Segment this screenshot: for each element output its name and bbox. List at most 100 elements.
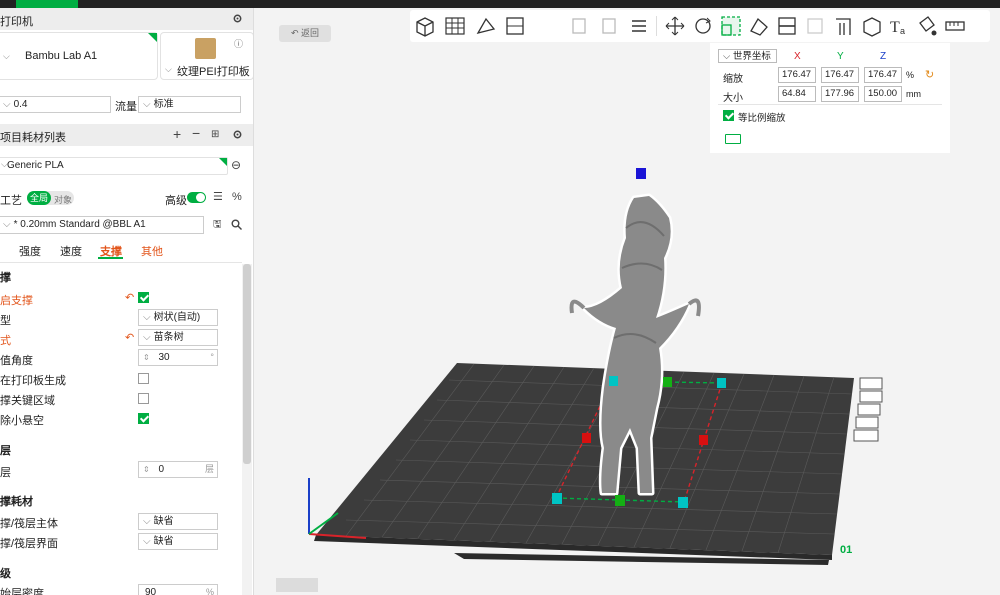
remove-icon[interactable]: − (192, 126, 200, 140)
add-model-icon[interactable] (414, 15, 436, 37)
add-plate-icon[interactable] (444, 15, 466, 37)
tab-speed[interactable]: 速度 (60, 243, 82, 259)
remove-small-overhang-checkbox[interactable] (138, 413, 149, 424)
cut-icon[interactable] (776, 15, 798, 37)
list-icon[interactable]: ☰ (213, 191, 223, 203)
process-profile-select[interactable]: ⌵ * 0.20mm Standard @BBL A1 (0, 216, 204, 234)
layers-icon[interactable] (628, 15, 650, 37)
plate-card[interactable]: ⓘ ⌵ 纹理PEI打印板 (160, 32, 253, 80)
size-y-input[interactable]: 177.96 (821, 86, 859, 102)
keyboard-shortcut-icon[interactable] (725, 134, 741, 144)
filament-sync-icon[interactable]: ⊞ (211, 129, 219, 141)
coordinate-select[interactable]: ⌵ 世界坐标 (718, 49, 777, 63)
toggle-global[interactable]: 全局 (27, 191, 51, 205)
arrange-icon[interactable] (504, 15, 526, 37)
scale-y-input[interactable]: 176.47 (821, 67, 859, 83)
support-paint-icon[interactable] (832, 15, 854, 37)
mesh-boolean-icon[interactable] (804, 15, 826, 37)
scrollbar-thumb[interactable] (243, 264, 251, 464)
support-style-value: 苗条树 (153, 332, 184, 343)
advanced-section-title: 高级 (0, 568, 11, 580)
raft-layers-input[interactable]: ⇕ 0 层 (138, 461, 218, 478)
tab-prepare-indicator[interactable] (16, 0, 78, 8)
coordinate-value: 世界坐标 (732, 51, 771, 62)
uniform-scale-label: 等比例缩放 (738, 113, 786, 124)
build-plate (316, 363, 854, 555)
info-icon[interactable]: ⓘ (234, 37, 243, 50)
compare-icon[interactable]: % (232, 191, 242, 203)
threshold-angle-input[interactable]: ⇕ 30 ° (138, 349, 218, 366)
plate-name: 纹理PEI打印板 (177, 66, 250, 78)
support-style-select[interactable]: ⌵ 苗条树 (138, 329, 218, 346)
critical-regions-checkbox[interactable] (138, 393, 149, 404)
rotate-icon[interactable] (692, 15, 714, 37)
tab-strength[interactable]: 强度 (19, 243, 41, 259)
threshold-unit: ° (210, 352, 214, 362)
raft-section-title: 筏层 (0, 445, 11, 457)
measure-icon[interactable] (944, 15, 966, 37)
save-icon[interactable]: 🖫 (213, 219, 222, 231)
reset-scale-icon[interactable]: ↻ (925, 68, 934, 81)
plate-thumbnail[interactable] (276, 578, 318, 592)
reset-icon[interactable]: ↶ (125, 331, 134, 344)
scale-z-input[interactable]: 176.47 (864, 67, 902, 83)
support-section-title: 支撑 (0, 272, 11, 284)
seam-paint-icon[interactable] (860, 15, 882, 37)
reset-icon[interactable]: ↶ (125, 291, 134, 304)
top-tab-bar (0, 0, 1000, 8)
flow-value: 标准 (153, 99, 174, 110)
toggle-object[interactable]: 对象 (54, 193, 72, 206)
move-icon[interactable] (664, 15, 686, 37)
filament-section-header: 项目耗材列表 + − ⊞ (0, 124, 253, 146)
size-x-input[interactable]: 64.84 (778, 86, 816, 102)
filament-name: Generic PLA (7, 160, 64, 171)
remove-filament-icon[interactable]: ⊖ (231, 159, 241, 171)
lay-on-face-icon[interactable] (748, 15, 770, 37)
advanced-switch[interactable] (187, 192, 206, 203)
critical-regions-label: 支撑关键区域 (0, 395, 55, 407)
printer-section-header: 打印机 (0, 8, 253, 30)
sidebar-scrollbar[interactable] (242, 264, 252, 595)
uniform-scale-checkbox[interactable] (723, 110, 734, 121)
support-interface-select[interactable]: ⌵ 缺省 (138, 533, 218, 550)
settings-sidebar: 打印机 ⌵ Bambu Lab A1 ⓘ ⌵ 纹理PEI打印板 ⌵ 0.4 流量 … (0, 8, 254, 595)
color-paint-icon[interactable] (916, 15, 938, 37)
support-type-value: 树状(自动) (153, 312, 201, 323)
support-type-label: 类型 (0, 315, 11, 327)
col-x-label: X (794, 51, 801, 62)
search-icon[interactable] (231, 219, 242, 230)
initial-density-input[interactable]: 90 % (138, 584, 218, 595)
printer-section-title: 打印机 (0, 16, 33, 28)
scale-x-input[interactable]: 176.47 (778, 67, 816, 83)
enable-support-checkbox[interactable] (138, 292, 149, 303)
support-type-select[interactable]: ⌵ 树状(自动) (138, 309, 218, 326)
filament-item[interactable]: ⌵ Generic PLA (0, 157, 228, 175)
flow-select[interactable]: ⌵ 标准 (138, 96, 241, 113)
plate-texture-icon (195, 38, 216, 59)
plate-icons[interactable] (853, 377, 883, 442)
gear-icon[interactable] (232, 13, 243, 24)
split-objects-icon[interactable] (568, 15, 590, 37)
raft-layers-value: 0 (158, 464, 165, 475)
process-profile-value: * 0.20mm Standard @BBL A1 (13, 219, 146, 230)
split-parts-icon[interactable] (598, 15, 620, 37)
size-unit: mm (906, 89, 921, 99)
text-icon[interactable]: Ta (888, 15, 910, 37)
support-interface-label: 支撑/筏层界面 (0, 538, 59, 550)
support-base-select[interactable]: ⌵ 缺省 (138, 513, 218, 530)
viewport-toolbar: Ta (410, 10, 990, 42)
auto-orient-icon[interactable] (474, 15, 496, 37)
gear-icon[interactable] (232, 129, 243, 140)
tab-others[interactable]: 其他 (141, 243, 163, 259)
on-plate-only-checkbox[interactable] (138, 373, 149, 384)
nozzle-select[interactable]: ⌵ 0.4 (0, 96, 111, 113)
printer-card[interactable]: ⌵ Bambu Lab A1 (0, 32, 158, 80)
scale-icon[interactable] (720, 15, 742, 37)
global-object-toggle[interactable]: 全局 对象 (27, 191, 74, 205)
col-z-label: Z (880, 51, 887, 62)
size-label: 大小 (723, 93, 743, 104)
size-z-input[interactable]: 150.00 (864, 86, 902, 102)
initial-density-unit: % (205, 587, 214, 595)
add-icon[interactable]: + (173, 127, 181, 141)
threshold-angle-label: 阈值角度 (0, 355, 33, 367)
